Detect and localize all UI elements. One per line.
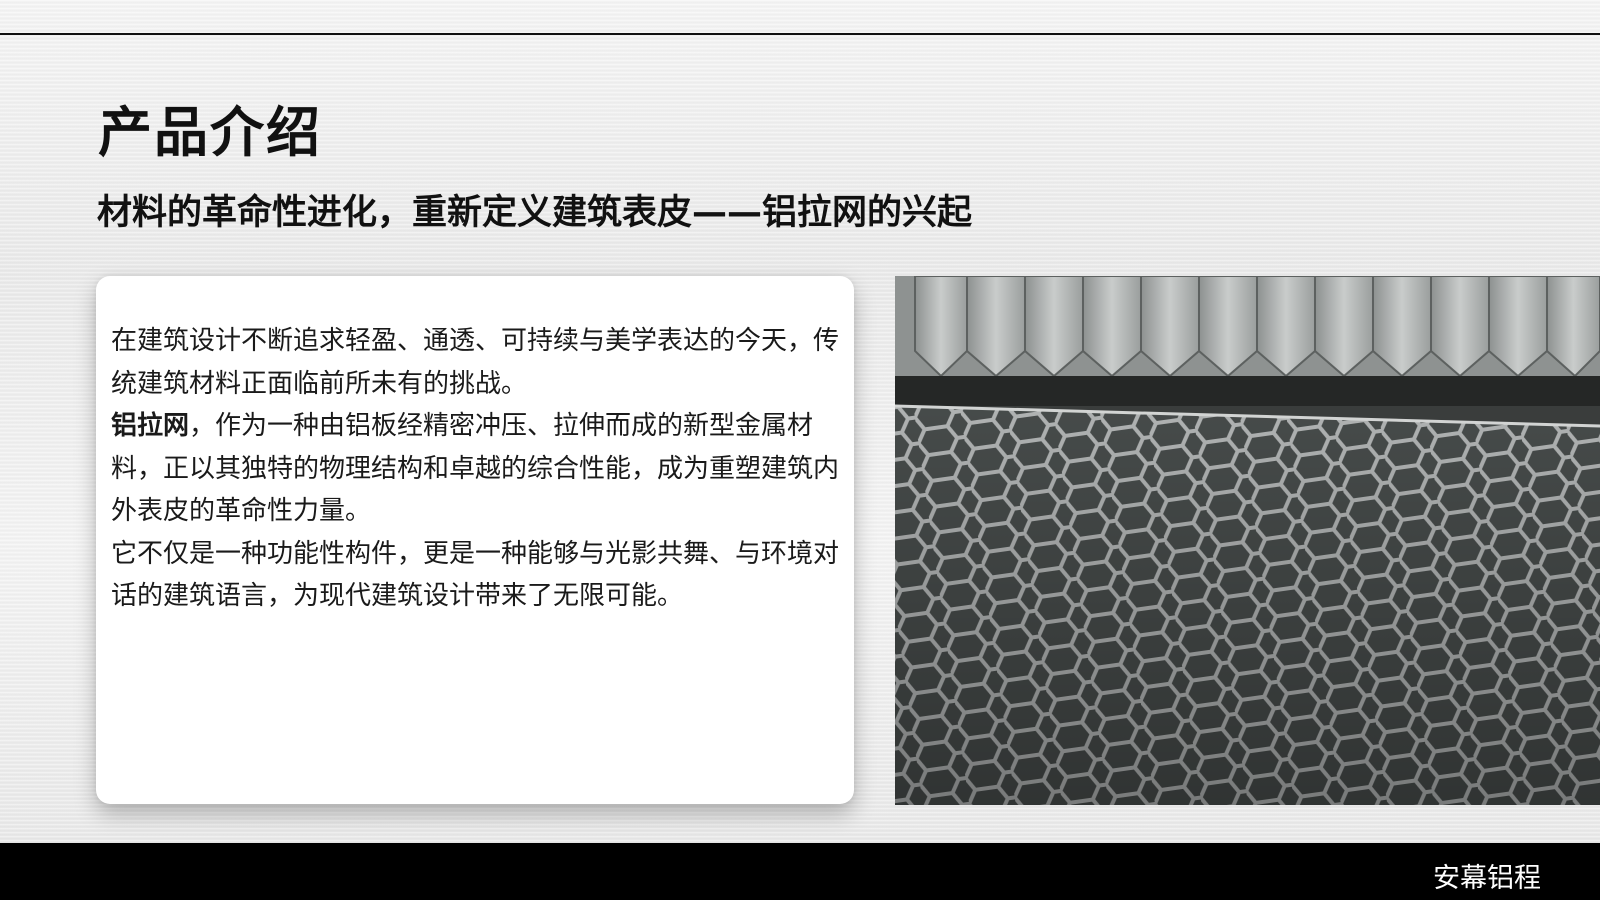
highlight-term: 铝拉网 xyxy=(111,411,190,441)
intro-paragraph: 在建筑设计不断追求轻盈、通透、可持续与美学表达的今天，传统建筑材料正面临前所未有… xyxy=(111,326,840,399)
brand-name: 安幕铝程 xyxy=(1433,863,1541,894)
footer-bar: 安幕铝程 xyxy=(0,843,1600,900)
card-body: 在建筑设计不断追求轻盈、通透、可持续与美学表达的今天，传统建筑材料正面临前所未有… xyxy=(111,320,841,618)
page-title: 产品介绍 xyxy=(98,101,322,164)
definition-text: ，作为一种由铝板经精密冲压、拉伸而成的新型金属材料，正以其独特的物理结构和卓越的… xyxy=(111,411,840,526)
intro-text-card: 在建筑设计不断追求轻盈、通透、可持续与美学表达的今天，传统建筑材料正面临前所未有… xyxy=(96,276,854,804)
product-photo xyxy=(895,276,1600,805)
top-divider-line xyxy=(0,33,1600,35)
page-subtitle: 材料的革命性进化，重新定义建筑表皮——铝拉网的兴起 xyxy=(97,193,973,233)
closing-paragraph: 它不仅是一种功能性构件，更是一种能够与光影共舞、与环境对话的建筑语言，为现代建筑… xyxy=(111,538,840,612)
definition-paragraph: 铝拉网，作为一种由铝板经精密冲压、拉伸而成的新型金属材料，正以其独特的物理结构和… xyxy=(111,405,841,533)
